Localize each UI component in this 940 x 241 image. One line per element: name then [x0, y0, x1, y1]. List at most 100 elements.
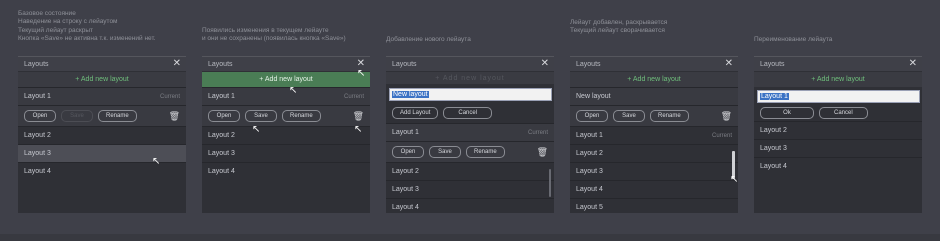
close-icon[interactable]: ✕: [725, 59, 733, 69]
rename-button[interactable]: Rename: [98, 110, 137, 122]
panel-title: Layouts: [208, 60, 233, 68]
layout-actions: Open Save Rename 🗑: [386, 141, 554, 162]
new-layout-name-input[interactable]: New layout: [389, 88, 552, 101]
layout-name: Layout 3: [760, 145, 787, 152]
layout-actions: Open Save Rename 🗑: [202, 105, 370, 126]
list-item-layout-2[interactable]: Layout 2: [570, 144, 738, 162]
cancel-button[interactable]: Cancel: [819, 107, 868, 119]
bottom-bar: [0, 234, 940, 241]
caption-line: Кнопка «Save» не активна т.к. изменений …: [18, 35, 156, 43]
caption-line: Текущий лейаут сворачивается: [570, 27, 665, 35]
layouts-panel-3: Layouts ✕ + Add new layout New layout Ad…: [386, 56, 554, 213]
caption-rename: Переименование лейаута: [754, 36, 832, 44]
list-item-layout-3[interactable]: Layout 3: [202, 144, 370, 162]
panel-titlebar: Layouts ✕: [570, 57, 738, 71]
layout-name: Layout 4: [576, 186, 603, 193]
caption-base-state: Базовое состояние Наведение на строку с …: [18, 10, 156, 44]
list-item-layout-4[interactable]: Layout 4: [570, 180, 738, 198]
rename-button[interactable]: Rename: [282, 110, 321, 122]
rename-button[interactable]: Rename: [650, 110, 689, 122]
current-badge: Current: [159, 93, 180, 100]
add-new-layout-button[interactable]: + Add new layout: [18, 72, 186, 87]
open-button[interactable]: Open: [24, 110, 56, 122]
save-button: Save: [61, 110, 93, 122]
ok-button[interactable]: Ok: [760, 107, 814, 119]
list-item-layout-1[interactable]: Layout 1 Current: [570, 126, 738, 144]
save-button[interactable]: Save: [429, 146, 461, 158]
rename-button[interactable]: Rename: [466, 146, 505, 158]
cursor-icon: ↖: [354, 124, 363, 135]
list-item-layout-2[interactable]: Layout 2: [18, 126, 186, 144]
add-new-layout-button: + Add new layout: [386, 72, 554, 84]
list-item-layout-4[interactable]: Layout 4: [202, 162, 370, 180]
layouts-panel-2: Layouts ✕ + Add new layout Layout 1 Curr…: [202, 56, 370, 213]
cursor-icon: ↖: [152, 156, 161, 167]
rename-layout-input[interactable]: Layout 1: [757, 90, 920, 103]
list-item-layout-1[interactable]: Layout 1 Current: [202, 87, 370, 105]
caption-line: Наведение на строку с лейаутом: [18, 18, 118, 26]
caption-unsaved-changes: Появились изменения в текущем лейауте и …: [202, 27, 346, 44]
layout-name: Layout 2: [576, 150, 603, 157]
rename-actions: Ok Cancel: [754, 105, 922, 121]
cancel-button[interactable]: Cancel: [443, 107, 493, 119]
layout-name: Layout 1: [24, 93, 51, 100]
list-item-new-layout[interactable]: New layout: [570, 87, 738, 105]
open-button[interactable]: Open: [392, 146, 424, 158]
trash-icon[interactable]: 🗑: [537, 147, 548, 158]
layout-name: Layout 4: [760, 163, 787, 170]
add-new-layout-button[interactable]: + Add new layout: [754, 72, 922, 87]
add-new-layout-button[interactable]: + Add new layout: [202, 72, 370, 87]
panel-title: Layouts: [392, 60, 417, 68]
close-icon[interactable]: ✕: [173, 59, 181, 69]
panel-titlebar: Layouts ✕: [18, 57, 186, 71]
add-new-layout-button[interactable]: + Add new layout: [570, 72, 738, 87]
layout-name: Layout 4: [392, 204, 419, 211]
layout-name: Layout 4: [208, 168, 235, 175]
layout-name: Layout 3: [576, 168, 603, 175]
cursor-icon: ↖: [730, 174, 738, 185]
list-item-layout-2[interactable]: Layout 2: [202, 126, 370, 144]
save-button[interactable]: Save: [245, 110, 277, 122]
caption-line: и они не сохранены (появилась кнопка «Sa…: [202, 35, 346, 43]
input-value: New layout: [392, 91, 429, 98]
list-item-layout-3[interactable]: Layout 3: [570, 162, 738, 180]
list-item-layout-1[interactable]: Layout 1 Current: [18, 87, 186, 105]
new-layout-actions: Add Layout Cancel: [386, 103, 554, 123]
panel-title: Layouts: [576, 60, 601, 68]
open-button[interactable]: Open: [208, 110, 240, 122]
list-item-layout-3[interactable]: Layout 3: [754, 139, 922, 157]
panel-title: Layouts: [760, 60, 785, 68]
list-item-layout-4[interactable]: Layout 4: [386, 198, 554, 213]
close-icon[interactable]: ✕: [909, 59, 917, 69]
open-button[interactable]: Open: [576, 110, 608, 122]
close-icon[interactable]: ✕: [541, 59, 549, 69]
add-layout-button[interactable]: Add Layout: [392, 107, 439, 119]
list-item-layout-4[interactable]: Layout 4: [18, 162, 186, 180]
layout-name: Layout 2: [760, 127, 787, 134]
cursor-icon: ↖: [357, 68, 366, 79]
layout-name: Layout 1: [392, 129, 419, 136]
input-value: Layout 1: [760, 93, 789, 100]
list-item-layout-2[interactable]: Layout 2: [386, 162, 554, 180]
list-item-layout-3[interactable]: Layout 3: [18, 144, 186, 162]
save-button[interactable]: Save: [613, 110, 645, 122]
caption-line: Добавление нового лейаута: [386, 36, 471, 43]
layout-name: Layout 5: [576, 204, 603, 211]
trash-icon[interactable]: 🗑: [169, 111, 180, 122]
list-item-layout-1[interactable]: Layout 1 Current: [386, 123, 554, 141]
caption-layout-added: Лейаут добавлен, раскрывается Текущий ле…: [570, 19, 667, 36]
layout-name: Layout 1: [208, 93, 235, 100]
panel-titlebar: Layouts ✕: [386, 57, 554, 71]
panel-title: Layouts: [24, 60, 49, 68]
layout-name: Layout 3: [392, 186, 419, 193]
list-item-layout-2[interactable]: Layout 2: [754, 121, 922, 139]
layout-name: Layout 2: [24, 132, 51, 139]
list-item-layout-5[interactable]: Layout 5: [570, 198, 738, 213]
list-item-layout-3[interactable]: Layout 3: [386, 180, 554, 198]
scrollbar[interactable]: [549, 169, 551, 197]
current-badge: Current: [527, 129, 548, 136]
trash-icon[interactable]: 🗑: [721, 111, 732, 122]
list-item-layout-4[interactable]: Layout 4: [754, 157, 922, 175]
layout-name: Layout 1: [576, 132, 603, 139]
trash-icon[interactable]: 🗑: [353, 111, 364, 122]
